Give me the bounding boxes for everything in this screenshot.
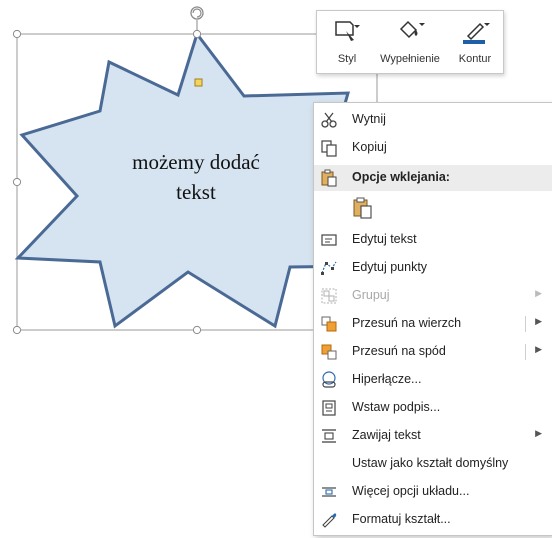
- mini-toolbar: Styl Wypełnienie Kontur: [316, 10, 504, 74]
- menu-item-more-layout-options[interactable]: Więcej opcji układu...: [314, 479, 552, 505]
- resize-handle-bottom-left: [12, 325, 22, 335]
- bring-to-front-icon: [321, 316, 337, 332]
- paint-bucket-icon: [399, 20, 425, 39]
- menu-item-label: Przesuń na wierzch: [352, 316, 462, 330]
- shape-text-line-1: możemy dodać: [132, 150, 260, 174]
- menu-item-format-shape[interactable]: Formatuj kształt...: [314, 507, 552, 533]
- menu-item-copy[interactable]: Kopiuj: [314, 135, 552, 161]
- menu-item-edit-points[interactable]: Edytuj punkty: [314, 255, 552, 281]
- paste-keep-formatting-icon[interactable]: [352, 197, 374, 219]
- menu-item-label: Hiperłącze...: [352, 372, 422, 386]
- group-icon: [321, 288, 337, 304]
- split-divider: [525, 344, 526, 360]
- submenu-arrow-icon: ▶: [535, 428, 542, 438]
- menu-item-set-as-default-shape[interactable]: Ustaw jako kształt domyślny: [314, 451, 552, 477]
- menu-item-label: Kopiuj: [352, 140, 387, 154]
- menu-item-edit-text[interactable]: Edytuj tekst: [314, 227, 552, 253]
- format-shape-icon: [322, 513, 337, 528]
- paste-icon: [321, 169, 337, 187]
- menu-item-label: Edytuj punkty: [352, 260, 428, 274]
- context-menu: Wytnij Kopiuj Opcje wklejania: Edytuj te…: [313, 102, 552, 536]
- menu-item-group[interactable]: Grupuj ▶: [314, 283, 552, 309]
- edit-points-icon: [321, 261, 337, 275]
- pen-outline-icon: [463, 22, 490, 44]
- send-to-back-icon: [321, 344, 337, 360]
- resize-handle-top-left: [12, 29, 22, 39]
- resize-handle-bottom: [192, 325, 202, 335]
- style-button[interactable]: Styl: [323, 11, 371, 73]
- split-divider: [525, 316, 526, 332]
- paste-options-label: Opcje wklejania:: [352, 170, 450, 184]
- menu-item-label: Zawijaj tekst: [352, 428, 421, 442]
- shape-text-line-2: tekst: [176, 180, 216, 204]
- menu-item-bring-to-front[interactable]: Przesuń na wierzch ▶: [314, 311, 552, 337]
- resize-handle-left: [12, 177, 22, 187]
- menu-item-label: Wstaw podpis...: [352, 400, 441, 414]
- menu-item-label: Więcej opcji układu...: [352, 484, 470, 498]
- wrap-text-icon: [322, 429, 336, 443]
- scissors-icon: [321, 112, 337, 128]
- menu-item-label: Grupuj: [352, 288, 390, 302]
- fill-button[interactable]: Wypełnienie: [371, 11, 449, 73]
- menu-item-hyperlink[interactable]: Hiperłącze...: [314, 367, 552, 393]
- menu-item-label: Ustaw jako kształt domyślny: [352, 456, 509, 470]
- edit-text-icon: [321, 234, 337, 246]
- copy-icon: [321, 140, 337, 157]
- layout-options-icon: [322, 487, 336, 497]
- hyperlink-icon: [322, 371, 336, 388]
- outline-button[interactable]: Kontur: [449, 11, 501, 73]
- menu-item-cut[interactable]: Wytnij: [314, 107, 552, 133]
- menu-item-label: Przesuń na spód: [352, 344, 446, 358]
- submenu-arrow-icon[interactable]: ▶: [535, 344, 542, 355]
- menu-item-wrap-text[interactable]: Zawijaj tekst ▶: [314, 423, 552, 449]
- menu-item-send-to-back[interactable]: Przesuń na spód ▶: [314, 339, 552, 365]
- adjustment-handle[interactable]: [194, 78, 203, 87]
- shape-text[interactable]: możemy dodać tekst: [98, 147, 294, 207]
- paste-options-header: Opcje wklejania:: [314, 165, 552, 191]
- submenu-arrow-icon[interactable]: ▶: [535, 316, 542, 327]
- outline-label: Kontur: [458, 53, 492, 65]
- resize-handle-top: [192, 29, 202, 39]
- menu-item-label: Formatuj kształt...: [352, 512, 451, 526]
- menu-item-insert-caption[interactable]: Wstaw podpis...: [314, 395, 552, 421]
- style-label: Styl: [337, 53, 357, 65]
- shape-style-icon: [335, 21, 360, 41]
- submenu-arrow-icon: ▶: [535, 288, 542, 298]
- fill-label: Wypełnienie: [380, 53, 440, 65]
- insert-caption-icon: [322, 400, 336, 416]
- menu-item-label: Edytuj tekst: [352, 232, 417, 246]
- menu-item-label: Wytnij: [352, 112, 386, 126]
